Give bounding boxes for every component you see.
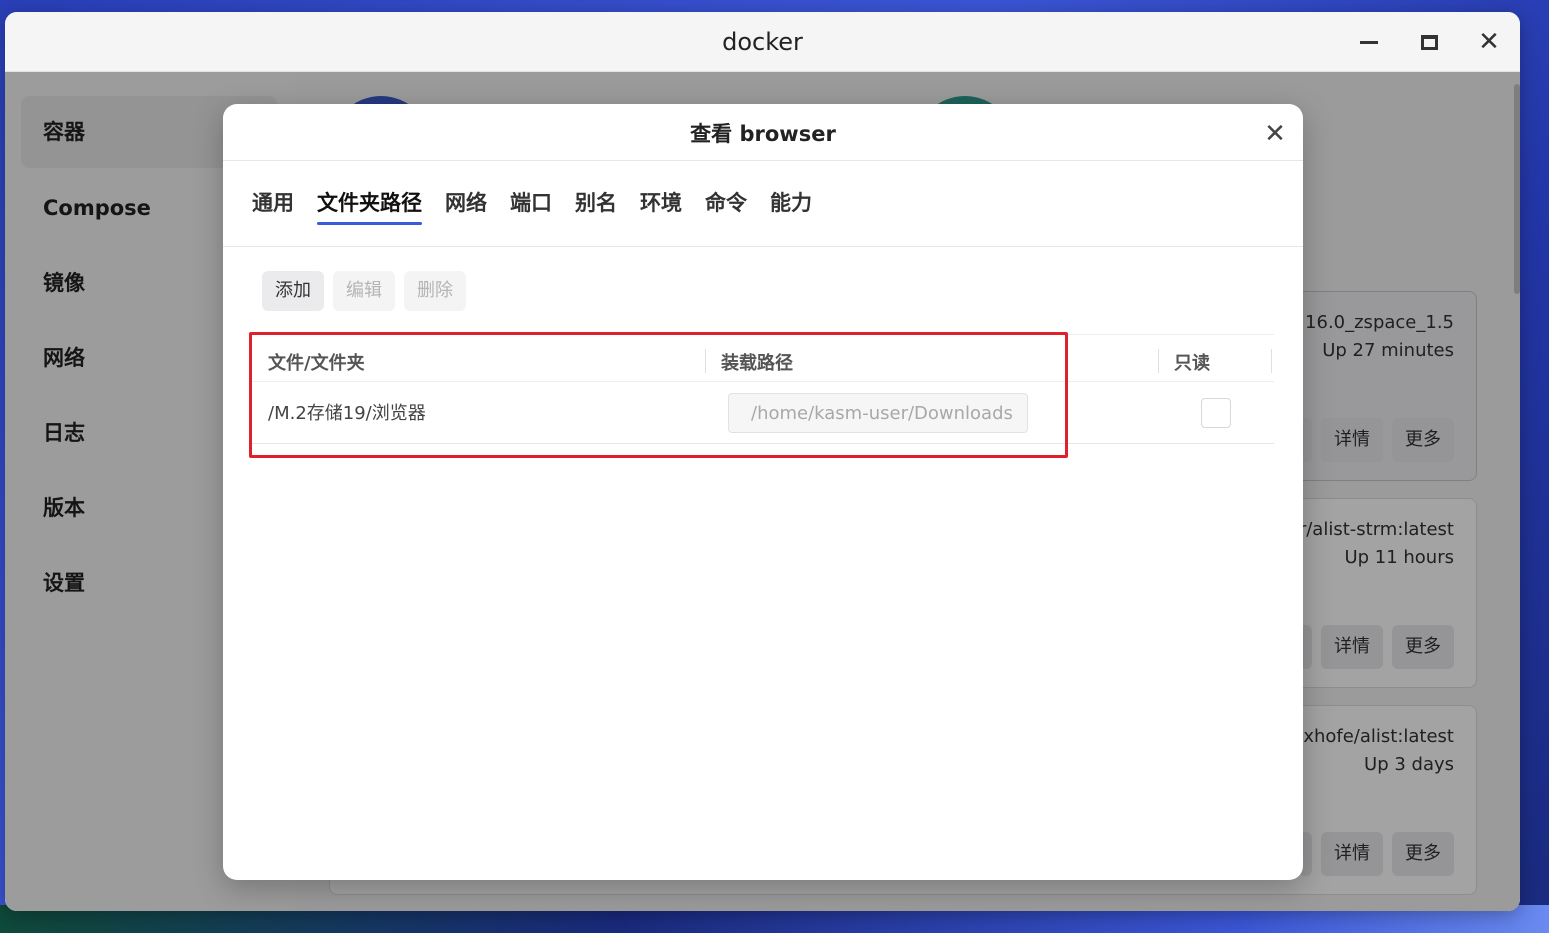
- tab-folder-paths[interactable]: 文件夹路径: [317, 182, 422, 225]
- tab-network[interactable]: 网络: [445, 182, 487, 224]
- table-header: 文件/文件夹 装载路径 只读: [250, 334, 1274, 382]
- maximize-button[interactable]: [1413, 26, 1445, 58]
- column-header-file: 文件/文件夹: [268, 353, 365, 374]
- column-header-mount: 装载路径: [721, 353, 793, 374]
- add-button[interactable]: 添加: [262, 271, 324, 311]
- tab-aliases[interactable]: 别名: [575, 182, 617, 224]
- tab-capabilities[interactable]: 能力: [770, 182, 812, 224]
- tab-general[interactable]: 通用: [252, 182, 294, 224]
- tab-command[interactable]: 命令: [705, 182, 747, 224]
- table-row[interactable]: /M.2存储19/浏览器 /home/kasm-user/Downloads: [250, 382, 1274, 444]
- readonly-checkbox[interactable]: [1201, 398, 1231, 428]
- tabs-divider: [223, 246, 1303, 247]
- volume-table: 文件/文件夹 装载路径 只读 /M.2存储19/浏览器 /home/kasm-u…: [250, 334, 1274, 444]
- tab-ports[interactable]: 端口: [510, 182, 552, 224]
- minimize-icon: [1360, 40, 1378, 44]
- edit-button[interactable]: 编辑: [333, 271, 395, 311]
- tab-environment[interactable]: 环境: [640, 182, 682, 224]
- window-title: docker: [722, 28, 803, 56]
- maximize-icon: [1420, 34, 1438, 50]
- tab-bar: 通用 文件夹路径 网络 端口 别名 环境 命令 能力: [252, 182, 835, 232]
- column-header-readonly: 只读: [1174, 353, 1210, 374]
- close-window-button[interactable]: ✕: [1473, 26, 1505, 58]
- host-path: /M.2存储19/浏览器: [268, 403, 426, 424]
- column-separator: [705, 349, 706, 373]
- close-icon: ✕: [1478, 27, 1500, 57]
- dialog-header: 查看 browser ✕: [223, 104, 1303, 161]
- container-detail-dialog: 查看 browser ✕ 通用 文件夹路径 网络 端口 别名 环境 命令 能力 …: [223, 104, 1303, 880]
- resize-grip-icon[interactable]: ⋰: [1505, 905, 1519, 911]
- close-dialog-icon[interactable]: ✕: [1263, 121, 1287, 147]
- column-separator: [1271, 349, 1272, 373]
- column-separator: [1158, 349, 1159, 373]
- dialog-title: 查看 browser: [690, 122, 836, 146]
- title-bar: docker ✕: [5, 12, 1520, 72]
- delete-button[interactable]: 删除: [404, 271, 466, 311]
- minimize-button[interactable]: [1353, 26, 1385, 58]
- mount-path-field[interactable]: /home/kasm-user/Downloads: [728, 393, 1028, 433]
